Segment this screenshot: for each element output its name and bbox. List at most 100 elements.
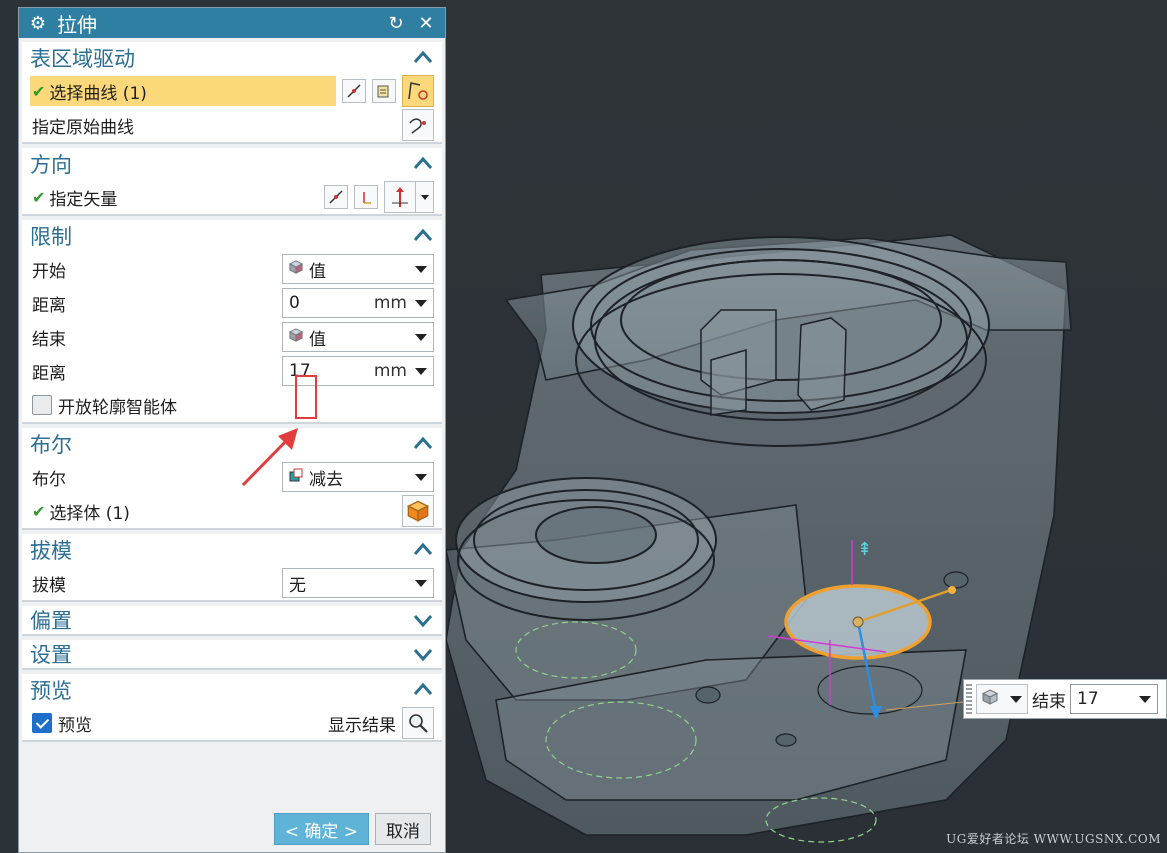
chevron-up-icon[interactable] (412, 679, 434, 701)
section-settings: 设置 (22, 640, 442, 670)
preview-checkbox[interactable] (32, 713, 52, 733)
section-settings-title: 设置 (30, 643, 72, 667)
chevron-down-icon (415, 333, 427, 341)
section-direction-title: 方向 (30, 153, 72, 177)
preview-label: 预览 (58, 715, 92, 736)
specify-original-label: 指定原始曲线 (32, 117, 134, 138)
specify-vector-row[interactable]: ✔ 指定矢量 (22, 180, 442, 214)
check-icon: ✔ (32, 187, 46, 207)
chevron-up-icon[interactable] (412, 153, 434, 175)
specify-original-row[interactable]: 指定原始曲线 (22, 108, 442, 142)
onscreen-end-value[interactable]: 17 (1070, 684, 1158, 714)
cube-icon (981, 688, 999, 710)
section-offset: 偏置 (22, 606, 442, 636)
search-icon[interactable] (402, 707, 434, 739)
chevron-down-icon (415, 473, 427, 481)
chevron-down-icon[interactable] (412, 643, 434, 665)
svg-text:⇞: ⇞ (857, 539, 872, 560)
reverse-direction-icon[interactable] (324, 185, 348, 209)
boolean-dropdown[interactable]: 减去 (282, 462, 434, 492)
section-limits-header[interactable]: 限制 (22, 220, 442, 252)
dialog-titlebar[interactable]: ⚙ 拉伸 ↻ ✕ (19, 8, 445, 38)
section-direction: 方向 ✔ 指定矢量 (22, 148, 442, 216)
curve-rule-icon[interactable] (342, 79, 366, 103)
chevron-down-icon (1010, 695, 1022, 703)
annotation-highlight-box (295, 375, 317, 419)
chevron-up-icon[interactable] (412, 539, 434, 561)
section-preview-header[interactable]: 预览 (22, 674, 442, 706)
reset-icon[interactable]: ↻ (385, 13, 407, 34)
vector-type-dropdown[interactable] (384, 181, 434, 213)
dialog-footer: < 确定 > 取消 (19, 806, 445, 852)
draft-label: 拔模 (32, 575, 66, 596)
end-type-dropdown[interactable]: 值 (282, 322, 434, 352)
part-model[interactable]: ⇞ (446, 0, 1167, 853)
original-curve-icon[interactable] (402, 109, 434, 141)
onscreen-end-value-text: 17 (1077, 689, 1099, 709)
section-offset-title: 偏置 (30, 609, 72, 633)
section-boolean-header[interactable]: 布尔 (22, 428, 442, 460)
drag-grip[interactable] (966, 684, 972, 714)
curve-select-icon[interactable] (402, 75, 434, 107)
section-drive-title: 表区域驱动 (30, 47, 135, 71)
chevron-down-icon (415, 367, 427, 375)
section-boolean: 布尔 布尔 减去 ✔ 选择体 (1) (22, 428, 442, 530)
section-drive-header[interactable]: 表区域驱动 (22, 42, 442, 74)
section-draft-header[interactable]: 拔模 (22, 534, 442, 566)
select-body-label: 选择体 (1) (49, 503, 130, 524)
chevron-down-icon (415, 579, 427, 587)
specify-vector-label: 指定矢量 (49, 189, 118, 210)
cancel-button[interactable]: 取消 (375, 813, 431, 845)
end-row: 结束 值 (22, 320, 442, 354)
chevron-down-icon (415, 265, 427, 273)
vector-dialog-icon[interactable] (354, 185, 378, 209)
subtract-icon (289, 467, 303, 487)
section-preview-title: 预览 (30, 679, 72, 703)
onscreen-end-input: 结束 17 (963, 679, 1167, 719)
select-curve-label: 选择曲线 (1) (49, 83, 147, 104)
end-label: 结束 (32, 329, 66, 350)
chevron-up-icon[interactable] (412, 47, 434, 69)
start-type-dropdown[interactable]: 值 (282, 254, 434, 284)
chevron-down-icon (420, 194, 429, 200)
boolean-value: 减去 (309, 469, 343, 490)
end-distance-row: 距离 17 mm (22, 354, 442, 388)
chevron-down-icon[interactable] (412, 609, 434, 631)
start-distance-value: 0 (289, 293, 300, 313)
section-limits-title: 限制 (30, 225, 72, 249)
select-curve-row[interactable]: ✔ 选择曲线 (1) (22, 74, 442, 108)
start-row: 开始 值 (22, 252, 442, 286)
section-settings-header[interactable]: 设置 (22, 640, 442, 668)
graphics-viewport[interactable]: ⇞ UG爱好者论坛 WWW.UGSNX.COM (446, 0, 1167, 853)
onscreen-end-label: 结束 (1032, 691, 1066, 712)
onscreen-type-dropdown[interactable] (976, 684, 1028, 714)
section-offset-header[interactable]: 偏置 (22, 606, 442, 634)
chevron-up-icon[interactable] (412, 433, 434, 455)
end-distance-label: 距离 (32, 363, 66, 384)
ok-button[interactable]: < 确定 > (273, 813, 369, 845)
preview-row: 预览 显示结果 (22, 706, 442, 740)
start-type-value: 值 (309, 261, 326, 282)
cube-icon (288, 327, 304, 347)
start-label: 开始 (32, 261, 66, 282)
start-distance-input[interactable]: 0 mm (282, 288, 434, 318)
section-drive: 表区域驱动 ✔ 选择曲线 (1) 指定原始曲线 (22, 42, 442, 144)
chevron-up-icon[interactable] (412, 225, 434, 247)
sketch-section-icon[interactable] (372, 79, 396, 103)
close-icon[interactable]: ✕ (415, 13, 437, 34)
select-body-row[interactable]: ✔ 选择体 (1) (22, 494, 442, 528)
boolean-row: 布尔 减去 (22, 460, 442, 494)
settings-icon[interactable]: ⚙ (27, 13, 49, 34)
draft-dropdown[interactable]: 无 (282, 568, 434, 598)
chevron-down-icon (1139, 695, 1151, 703)
check-icon: ✔ (32, 501, 46, 521)
open-profile-row[interactable]: 开放轮廓智能体 (22, 388, 442, 422)
section-direction-header[interactable]: 方向 (22, 148, 442, 180)
open-profile-checkbox[interactable] (32, 395, 52, 415)
draft-value: 无 (289, 575, 306, 596)
solid-body-icon[interactable] (402, 495, 434, 527)
section-draft-title: 拔模 (30, 539, 72, 563)
section-preview: 预览 预览 显示结果 (22, 674, 442, 742)
extrude-dialog: ⚙ 拉伸 ↻ ✕ 表区域驱动 ✔ 选择曲线 (1) 指定原始曲线 方向 ✔ 指定矢量 (18, 7, 446, 853)
vector-axis-icon (384, 181, 416, 213)
